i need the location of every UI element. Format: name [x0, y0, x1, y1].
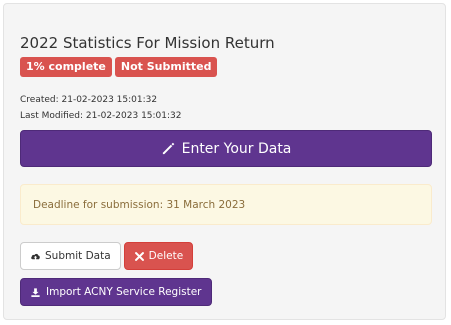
enter-your-data-label: Enter Your Data [181, 140, 292, 157]
deadline-alert: Deadline for submission: 31 March 2023 [20, 184, 432, 225]
submit-data-label: Submit Data [45, 250, 111, 262]
action-button-row: Submit Data Delete [20, 242, 194, 270]
progress-badge: 1% complete [20, 57, 112, 77]
import-label: Import ACNY Service Register [46, 286, 202, 298]
enter-your-data-button[interactable]: Enter Your Data [20, 130, 432, 167]
deadline-text: Deadline for submission: 31 March 2023 [33, 198, 246, 211]
import-icon [31, 287, 40, 297]
created-timestamp: Created: 21-02-2023 15:01:32 [20, 95, 158, 105]
return-title: 2022 Statistics For Mission Return [20, 34, 275, 52]
badge-group: 1% complete Not Submitted [20, 57, 218, 77]
delete-button[interactable]: Delete [123, 242, 194, 270]
return-card: 2022 Statistics For Mission Return 1% co… [3, 3, 446, 320]
last-modified-timestamp: Last Modified: 21-02-2023 15:01:32 [20, 111, 182, 121]
submit-data-button[interactable]: Submit Data [20, 242, 121, 270]
status-badge: Not Submitted [114, 57, 218, 77]
times-icon [134, 251, 144, 261]
pencil-icon [162, 142, 174, 155]
import-acny-service-register-button[interactable]: Import ACNY Service Register [20, 278, 212, 306]
cloud-upload-icon [31, 253, 40, 260]
delete-label: Delete [148, 250, 184, 262]
